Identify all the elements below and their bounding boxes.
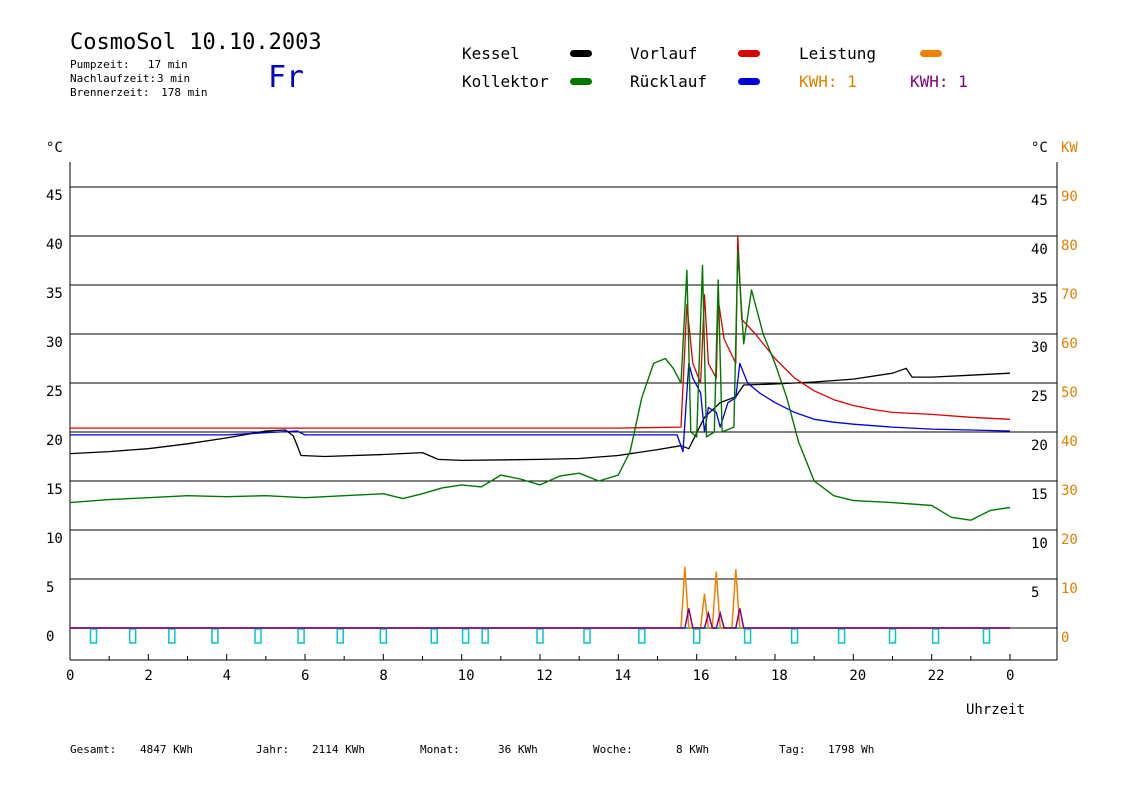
x-tick-label: 6	[301, 668, 309, 684]
y-right-temp-tick-label: 20	[1031, 438, 1048, 454]
y-right-kw-tick-label: 10	[1061, 581, 1078, 597]
y-left-tick-label: 40	[46, 237, 63, 253]
y-right-temp-tick-label: 30	[1031, 340, 1048, 356]
x-tick-label: 14	[614, 668, 631, 684]
x-tick-label: 0	[1006, 668, 1014, 684]
pump-marker	[379, 628, 388, 644]
x-tick-label: 12	[536, 668, 553, 684]
pump-marker	[297, 628, 305, 644]
x-axis-label: Uhrzeit	[966, 702, 1025, 718]
series-line-kollektor	[69, 250, 1011, 521]
y-right-kw-tick-label: 30	[1061, 483, 1078, 499]
pump-markers	[70, 627, 1010, 644]
pump-marker	[837, 628, 846, 644]
pump-marker	[888, 628, 897, 644]
y-left-tick-label: 0	[46, 629, 54, 645]
y-right-temp-tick-label: 25	[1031, 389, 1048, 405]
y-left-tick-label: 45	[46, 188, 63, 204]
pump-marker	[536, 628, 544, 644]
y-right-temp-tick-label: 15	[1031, 487, 1048, 503]
y-right-kw-tick-label: 70	[1061, 287, 1078, 303]
right-unit-label: °C	[1031, 140, 1048, 156]
series-line-vorlauf	[70, 235, 1011, 429]
y-left-tick-label: 10	[46, 531, 63, 547]
x-tick-label: 18	[771, 668, 788, 684]
y-right-kw-tick-label: 90	[1061, 189, 1078, 205]
left-unit-label: °C	[46, 140, 63, 156]
y-right-temp-tick-label: 35	[1031, 291, 1048, 307]
pump-marker	[743, 628, 752, 644]
footer-jahr-value: 2114 KWh	[312, 743, 365, 756]
x-tick-label: 8	[379, 668, 387, 684]
footer-monat-value: 36 KWh	[498, 743, 538, 756]
y-right-kw-tick-label: 40	[1061, 434, 1078, 450]
chart-axes	[69, 162, 1058, 661]
pump-marker	[790, 628, 799, 644]
pump-marker	[638, 628, 646, 644]
y-right-kw-tick-label: 60	[1061, 336, 1078, 352]
y-left-tick-label: 5	[46, 580, 54, 596]
pump-marker	[583, 628, 591, 644]
x-tick-label: 2	[144, 668, 152, 684]
y-right-kw-tick-label: 80	[1061, 238, 1078, 254]
pump-marker	[982, 628, 991, 644]
pump-marker	[211, 628, 219, 644]
chart-grid	[70, 186, 1057, 629]
y-left-tick-label: 35	[46, 286, 63, 302]
footer-gesamt-label: Gesamt:	[70, 743, 117, 756]
footer-tag-label: Tag:	[779, 743, 806, 756]
x-tick-label: 20	[849, 668, 866, 684]
pump-marker	[481, 628, 489, 644]
footer-woche-value: 8 KWh	[676, 743, 710, 756]
footer-woche-label: Woche:	[593, 743, 633, 756]
pump-marker	[128, 628, 137, 644]
pump-marker	[931, 628, 940, 644]
x-tick-label: 16	[693, 668, 710, 684]
series-line-kwh-verlauf	[70, 608, 1010, 629]
pump-marker	[692, 628, 701, 644]
chart-ticks: 0 2 4 6 8 10 12 14 16 18 20 22 0 0 5 10 15 20 25 30 35 40 45 5 1…	[46, 188, 1078, 684]
y-right-temp-tick-label: 5	[1031, 585, 1039, 601]
pump-marker	[336, 628, 344, 644]
x-tick-label: 22	[928, 668, 945, 684]
y-left-tick-label: 25	[46, 384, 63, 400]
y-left-tick-label: 20	[46, 433, 63, 449]
pump-marker	[430, 628, 438, 644]
y-right-kw-tick-label: 50	[1061, 385, 1078, 401]
pump-marker	[461, 628, 470, 644]
y-right-temp-tick-label: 10	[1031, 536, 1048, 552]
temperature-chart: 0 2 4 6 8 10 12 14 16 18 20 22 0 0 5 10 15 20 25 30 35 40 45 5 1…	[46, 140, 1078, 718]
y-right-kw-tick-label: 20	[1061, 532, 1078, 548]
y-left-tick-label: 15	[46, 482, 63, 498]
y-right-temp-tick-label: 40	[1031, 242, 1048, 258]
series-line-leistung	[70, 566, 1010, 629]
y-right-temp-tick-label: 45	[1031, 193, 1048, 209]
series-line-kessel	[69, 367, 1011, 462]
y-left-tick-label: 30	[46, 335, 63, 351]
temperature-series	[69, 235, 1011, 521]
pump-marker	[168, 628, 176, 644]
pump-marker	[254, 628, 262, 644]
x-tick-label: 4	[223, 668, 231, 684]
x-tick-label: 0	[66, 668, 74, 684]
pump-marker	[89, 628, 98, 644]
x-tick-label: 10	[458, 668, 475, 684]
footer-monat-label: Monat:	[420, 743, 460, 756]
right-kw-unit-label: KW	[1061, 140, 1078, 156]
footer-gesamt-value: 4847 KWh	[140, 743, 193, 756]
footer-jahr-label: Jahr:	[256, 743, 290, 756]
power-series	[70, 566, 1010, 629]
y-right-kw-tick-label: 0	[1061, 630, 1069, 646]
footer-tag-value: 1798 Wh	[828, 743, 875, 756]
